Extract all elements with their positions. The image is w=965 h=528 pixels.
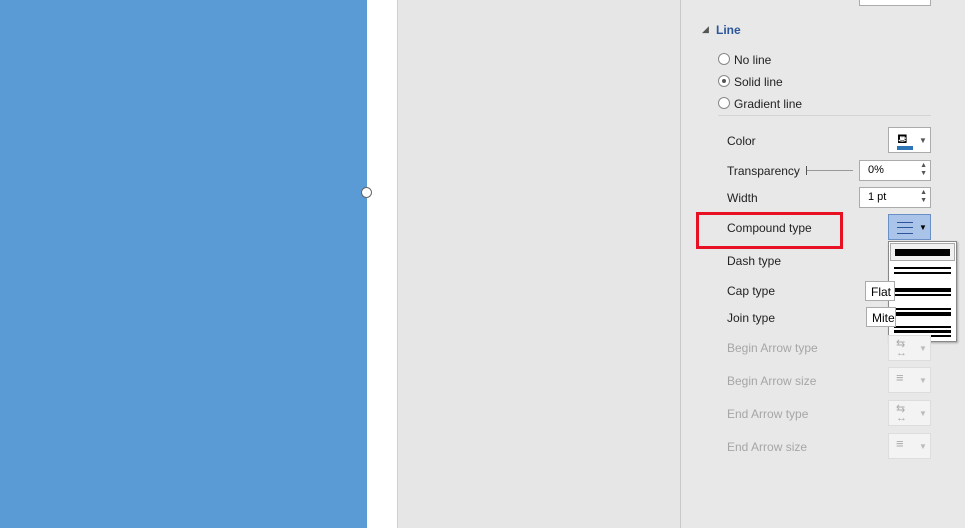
chevron-down-icon: ▼ (919, 376, 927, 385)
dash-type-label: Dash type (727, 254, 782, 268)
begin-arrow-size-button[interactable]: ≡ ▼ (888, 367, 931, 393)
chevron-down-icon: ▼ (919, 409, 927, 418)
join-type-select[interactable]: Miter (866, 307, 896, 327)
cap-type-select[interactable]: Flat (865, 281, 895, 301)
section-title-line[interactable]: Line (716, 23, 741, 37)
chevron-down-icon: ▼ (919, 223, 927, 232)
width-label: Width (727, 191, 758, 205)
join-type-label: Join type (727, 311, 776, 325)
canvas-gap (367, 0, 397, 528)
arrow-size-icon: ≡ (896, 370, 904, 385)
compound-lines-icon (897, 222, 913, 234)
transparency-label: Transparency (727, 164, 800, 178)
format-shape-pane: ◢ Line No line Solid line Gradient line … (680, 0, 965, 528)
width-input[interactable]: 1 pt ▲ ▼ (859, 187, 931, 208)
divider (718, 115, 931, 116)
compound-type-dropdown (888, 241, 957, 342)
begin-arrow-type-button[interactable]: ⇆ ↔ ▼ (888, 335, 931, 361)
cap-type-label: Cap type (727, 284, 776, 298)
compound-option-simple[interactable] (890, 243, 955, 261)
spinner-icon[interactable]: ▲ ▼ (920, 189, 927, 205)
chevron-down-icon: ▼ (919, 442, 927, 451)
color-button[interactable]: ⛾ ▼ (888, 127, 931, 153)
transparency-slider[interactable] (806, 166, 853, 175)
canvas-area (397, 0, 681, 528)
triangle-down-icon[interactable]: ◢ (702, 24, 709, 35)
arrow-size-icon: ≡ (896, 436, 904, 451)
begin-arrow-size-label: Begin Arrow size (727, 374, 817, 388)
chevron-down-icon: ▼ (919, 136, 927, 145)
end-arrow-type-button[interactable]: ⇆ ↔ ▼ (888, 400, 931, 426)
arrow-type-icon: ⇆ ↔ (896, 338, 907, 359)
resize-handle[interactable] (361, 187, 372, 198)
chevron-down-icon: ▼ (919, 344, 927, 353)
compound-option-thick-thin[interactable] (890, 282, 955, 302)
end-arrow-type-label: End Arrow type (727, 407, 809, 421)
compound-type-label: Compound type (727, 221, 812, 235)
compound-option-double[interactable] (890, 262, 955, 282)
spinner-icon[interactable]: ▲ ▼ (920, 162, 927, 178)
color-label: Color (727, 134, 756, 148)
selected-shape[interactable] (0, 0, 367, 528)
arrow-type-icon: ⇆ ↔ (896, 403, 907, 424)
transparency-input[interactable]: 0% ▲ ▼ (859, 160, 931, 181)
end-arrow-size-label: End Arrow size (727, 440, 808, 454)
end-arrow-size-button[interactable]: ≡ ▼ (888, 433, 931, 459)
begin-arrow-type-label: Begin Arrow type (727, 341, 818, 355)
compound-type-button[interactable]: ▼ (888, 214, 931, 240)
top-cutoff-input[interactable] (859, 0, 931, 6)
color-swatch (897, 146, 913, 150)
compound-option-thin-thick[interactable] (890, 302, 955, 322)
